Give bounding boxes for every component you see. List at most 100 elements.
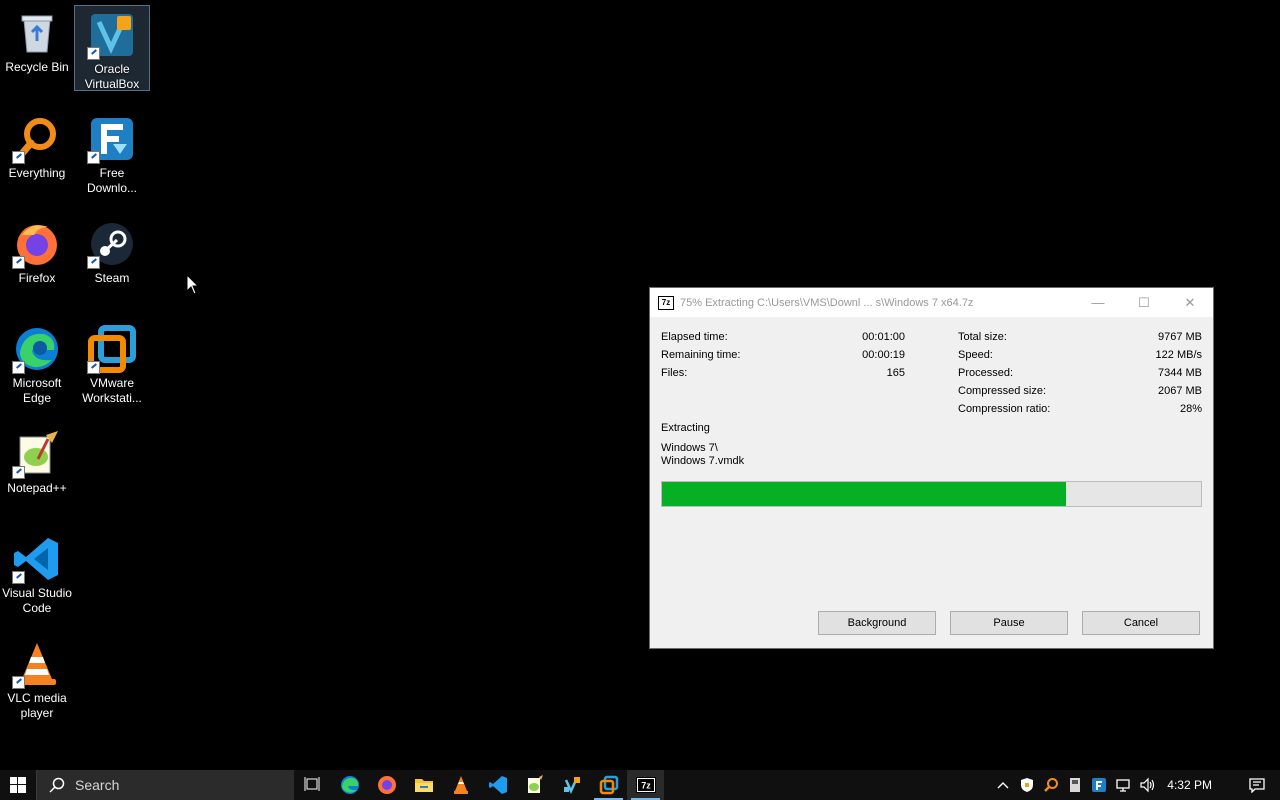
virtualbox-icon — [87, 10, 137, 60]
desktop-icon-label: Notepad++ — [7, 481, 67, 495]
status-text: Extracting — [661, 422, 710, 434]
chevron-up-icon — [997, 782, 1009, 789]
taskbar-clock[interactable]: 4:32 PM — [1167, 778, 1212, 792]
desktop-icon-free-download-manager[interactable]: Free Downlo... — [75, 110, 149, 198]
processed-label: Processed: — [958, 367, 1014, 379]
desktop-icon-firefox[interactable]: Firefox — [0, 215, 74, 288]
desktop-icon-vmware-workstation[interactable]: VMware Workstati... — [75, 320, 149, 408]
everything-search-icon — [12, 114, 62, 164]
free-download-manager-icon — [1092, 778, 1107, 792]
compressed-size-label: Compressed size: — [958, 385, 1047, 397]
volume-icon — [1140, 777, 1155, 793]
taskbar-notepad-plus-plus[interactable] — [516, 770, 553, 800]
minimize-button[interactable]: — — [1075, 288, 1121, 317]
taskbar: Search 7z 4:32 PM — [0, 770, 1280, 800]
vscode-icon — [488, 776, 507, 794]
everything-search-icon — [1044, 778, 1059, 792]
search-placeholder: Search — [75, 777, 120, 793]
desktop-icon-microsoft-edge[interactable]: Microsoft Edge — [0, 320, 74, 408]
desktop-icon-vlc-media-player[interactable]: VLC media player — [0, 635, 74, 723]
desktop-icon-label: Microsoft Edge — [12, 376, 62, 405]
recycle-bin-icon — [12, 8, 62, 58]
network-icon — [1116, 779, 1130, 792]
windows-logo-icon — [10, 777, 26, 793]
extraction-dialog: 7z 75% Extracting C:\Users\VMS\Downl ...… — [649, 287, 1214, 649]
speed-value: 122 MB/s — [1155, 349, 1202, 361]
virtualbox-icon — [563, 777, 580, 795]
tray-download-manager[interactable] — [1087, 770, 1111, 800]
desktop-icon-label: Steam — [94, 271, 130, 285]
system-tray: 4:32 PM — [991, 770, 1280, 800]
tray-volume[interactable] — [1135, 770, 1159, 800]
taskbar-7zip[interactable]: 7z — [627, 770, 664, 800]
processed-value: 7344 MB — [1157, 367, 1202, 379]
notification-icon — [1249, 778, 1265, 793]
taskbar-vlc[interactable] — [442, 770, 479, 800]
speed-label: Speed: — [958, 349, 993, 361]
search-icon — [49, 777, 65, 793]
taskbar-vscode[interactable] — [479, 770, 516, 800]
tray-security[interactable] — [1015, 770, 1039, 800]
security-shield-icon — [1021, 778, 1034, 792]
progress-bar — [661, 481, 1202, 507]
vmware-icon — [599, 775, 618, 795]
steam-icon — [87, 219, 137, 269]
current-folder: Windows 7\ — [661, 442, 718, 454]
task-view-icon — [304, 777, 319, 791]
dialog-titlebar[interactable]: 7z 75% Extracting C:\Users\VMS\Downl ...… — [650, 288, 1213, 317]
desktop-icon-recycle-bin[interactable]: Recycle Bin — [0, 4, 74, 77]
start-button[interactable] — [0, 770, 36, 800]
desktop-icon-everything[interactable]: Everything — [0, 110, 74, 183]
elapsed-time-value: 00:01:00 — [862, 331, 905, 343]
desktop-icon-notepad-plus-plus[interactable]: Notepad++ — [0, 425, 74, 498]
total-size-label: Total size: — [958, 331, 1007, 343]
desktop-icon-label: Recycle Bin — [5, 60, 69, 74]
desktop-icon-label: Oracle VirtualBox — [84, 62, 140, 91]
dialog-title: 75% Extracting C:\Users\VMS\Downl ... s\… — [680, 296, 974, 309]
taskbar-vmware[interactable] — [590, 770, 627, 800]
taskbar-firefox[interactable] — [368, 770, 405, 800]
maximize-button[interactable]: ☐ — [1121, 288, 1167, 317]
vmware-icon — [87, 324, 137, 374]
taskbar-edge[interactable] — [331, 770, 368, 800]
tray-drive[interactable] — [1063, 770, 1087, 800]
desktop-icon-label: VLC media player — [7, 691, 67, 720]
cancel-button[interactable]: Cancel — [1082, 611, 1200, 635]
desktop-icon-label: VMware Workstati... — [82, 376, 142, 405]
edge-icon — [340, 776, 359, 794]
show-hidden-icons-button[interactable] — [991, 770, 1015, 800]
tray-network[interactable] — [1111, 770, 1135, 800]
remaining-time-label: Remaining time: — [661, 349, 741, 361]
mouse-pointer-icon — [186, 273, 200, 301]
desktop-icon-label: Firefox — [18, 271, 56, 285]
vlc-icon — [453, 776, 468, 794]
pause-button[interactable]: Pause — [950, 611, 1068, 635]
edge-icon — [12, 324, 62, 374]
progress-fill — [662, 482, 1067, 506]
task-view-button[interactable] — [294, 770, 331, 800]
desktop-icon-label: Everything — [8, 166, 66, 180]
notepad-plus-plus-icon — [527, 775, 543, 793]
tray-everything[interactable] — [1039, 770, 1063, 800]
taskbar-search-box[interactable]: Search — [36, 770, 294, 800]
desktop-icon-visual-studio-code[interactable]: Visual Studio Code — [0, 530, 74, 618]
desktop-icon-label: Visual Studio Code — [2, 586, 72, 615]
elapsed-time-label: Elapsed time: — [661, 331, 728, 343]
desktop-icon-oracle-virtualbox[interactable]: Oracle VirtualBox — [74, 5, 150, 91]
free-download-manager-icon — [87, 114, 137, 164]
firefox-icon — [377, 776, 396, 794]
desktop-icon-label: Free Downlo... — [86, 166, 138, 195]
close-button[interactable]: ✕ — [1167, 288, 1213, 317]
current-file: Windows 7.vmdk — [661, 455, 745, 467]
taskbar-virtualbox[interactable] — [553, 770, 590, 800]
action-center-button[interactable] — [1234, 770, 1280, 800]
background-button[interactable]: Background — [818, 611, 936, 635]
compression-ratio-value: 28% — [1179, 403, 1202, 415]
desktop-icon-steam[interactable]: Steam — [75, 215, 149, 288]
firefox-icon — [12, 219, 62, 269]
compression-ratio-label: Compression ratio: — [958, 403, 1051, 415]
compressed-size-value: 2067 MB — [1157, 385, 1202, 397]
total-size-value: 9767 MB — [1157, 331, 1202, 343]
taskbar-file-explorer[interactable] — [405, 770, 442, 800]
notepad-plus-plus-icon — [12, 429, 62, 479]
